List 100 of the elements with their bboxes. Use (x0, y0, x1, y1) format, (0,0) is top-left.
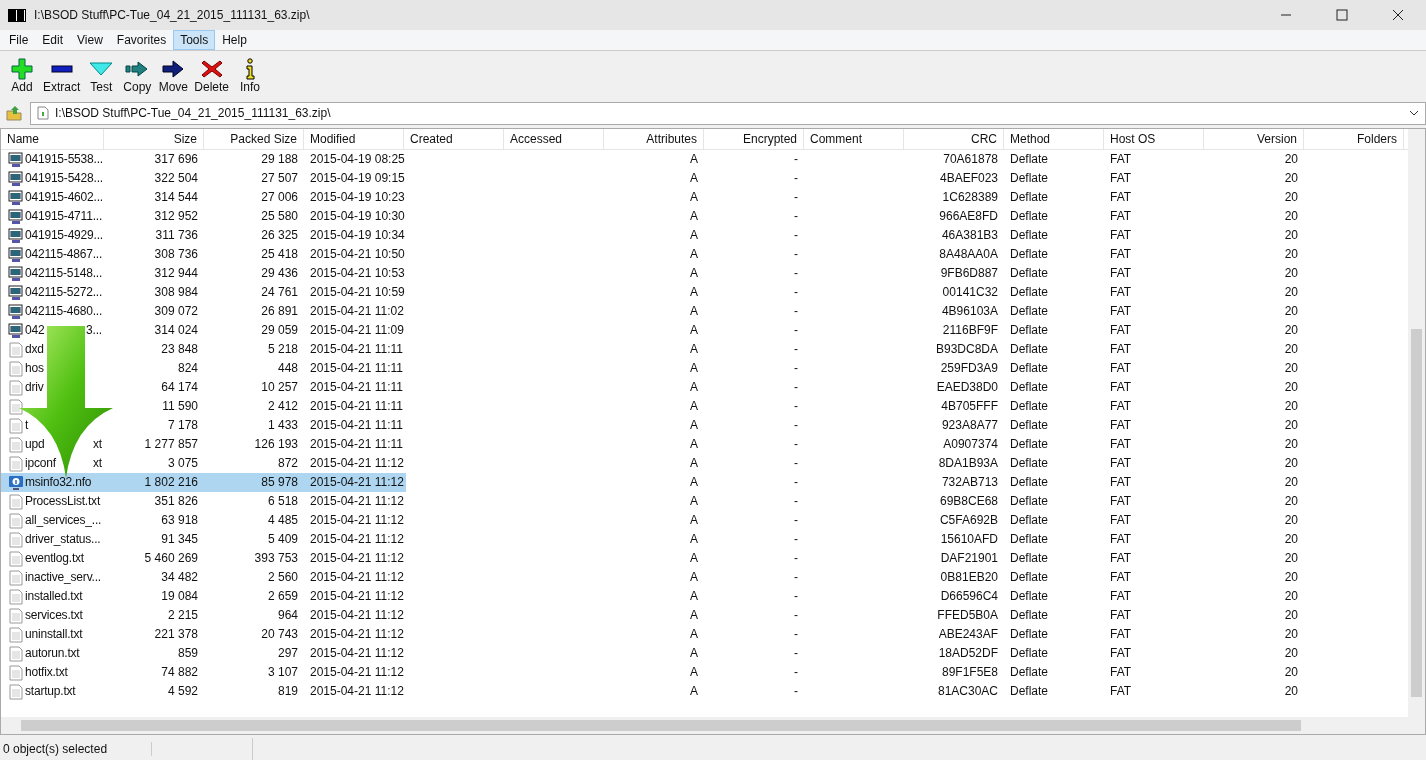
move-button[interactable]: Move (155, 56, 192, 96)
copy-button[interactable]: Copy (119, 56, 156, 96)
column-header[interactable]: Folders (1304, 129, 1404, 149)
column-header[interactable]: Encrypted (704, 129, 804, 149)
document-icon (8, 493, 24, 510)
monitor-file-icon (8, 303, 24, 320)
column-header[interactable]: CRC (904, 129, 1004, 149)
table-cell: 8DA1B93A (938, 456, 998, 470)
info-button[interactable]: Info (232, 56, 269, 96)
table-cell: Deflate (1010, 608, 1049, 622)
column-header[interactable]: Packed Size (204, 129, 304, 149)
monitor-file-icon (8, 322, 24, 339)
table-cell: ABE243AF (938, 627, 998, 641)
column-header[interactable]: Created (404, 129, 504, 149)
horizontal-scrollbar[interactable] (0, 717, 1426, 735)
table-cell: 2015-04-21 11:11 (310, 437, 403, 451)
table-cell: Deflate (1010, 247, 1049, 261)
monitor-file-icon (8, 189, 24, 206)
menu-item[interactable]: Tools (173, 30, 216, 50)
column-header[interactable]: Attributes (604, 129, 704, 149)
delete-button[interactable]: Delete (191, 56, 233, 96)
column-header[interactable]: Host OS (1104, 129, 1204, 149)
test-button[interactable]: Test (83, 56, 120, 96)
table-cell: FAT (1110, 399, 1132, 413)
table-cell: A (690, 684, 698, 698)
file-name: 041915-4602... (25, 189, 103, 206)
column-header[interactable]: Size (104, 129, 204, 149)
table-cell: Deflate (1010, 323, 1049, 337)
table-cell: 6 518 (267, 494, 298, 508)
column-header[interactable]: Version (1204, 129, 1304, 149)
table-cell: Deflate (1010, 266, 1049, 280)
menu-item[interactable]: Favorites (109, 30, 174, 50)
table-cell: A (690, 456, 698, 470)
table-cell: - (794, 380, 798, 394)
table-cell: FAT (1110, 456, 1132, 470)
table-cell: - (794, 494, 798, 508)
column-header[interactable]: Modified (304, 129, 404, 149)
monitor-file-icon (8, 246, 24, 263)
table-cell: A (690, 532, 698, 546)
menu-item[interactable]: Help (215, 30, 254, 50)
table-cell: 221 378 (154, 627, 198, 641)
vertical-scrollbar[interactable] (1408, 129, 1425, 717)
table-cell: 3 107 (267, 665, 298, 679)
table-cell: - (794, 570, 798, 584)
table-cell: FAT (1110, 361, 1132, 375)
table-cell: FAT (1110, 304, 1132, 318)
file-name: msinfo32.nfo (25, 474, 92, 491)
file-name: services.txt (25, 607, 83, 624)
table-cell: 5 218 (267, 342, 298, 356)
dropdown-icon[interactable] (1409, 109, 1419, 117)
table-cell: 20 (1284, 570, 1298, 584)
address-field[interactable]: I:\BSOD Stuff\PC-Tue_04_21_2015_111131_63.zip\ (30, 101, 1426, 125)
file-name: hotfix.txt (25, 664, 68, 681)
table-cell: 2015-04-21 11:11 (310, 361, 403, 375)
table-cell: 964 (277, 608, 298, 622)
add-button[interactable]: Add (4, 56, 40, 96)
file-name: 041915-5538... (25, 151, 103, 168)
table-cell: 2015-04-21 11:12 (310, 665, 404, 679)
table-cell: - (794, 589, 798, 603)
column-header[interactable]: Name (1, 129, 104, 149)
up-folder-icon[interactable] (6, 105, 22, 121)
table-cell: 24 761 (261, 285, 298, 299)
table-cell: A (690, 247, 698, 261)
table-cell: 312 952 (154, 209, 198, 223)
table-cell: 2015-04-21 10:50 (310, 247, 405, 261)
maximize-icon[interactable] (1336, 9, 1348, 21)
table-cell: 19 084 (161, 589, 198, 603)
table-cell: Deflate (1010, 209, 1049, 223)
down-arrow-icon (19, 326, 115, 478)
table-cell: 2015-04-21 11:02 (310, 304, 404, 318)
table-cell: Deflate (1010, 399, 1049, 413)
monitor-file-icon (8, 151, 24, 168)
extract-button[interactable]: Extract (40, 56, 84, 96)
file-name: 041915-4929... (25, 227, 103, 244)
file-name: 042115-5272... (25, 284, 103, 301)
file-name: inactive_serv... (25, 569, 101, 586)
file-name: ipconf (25, 455, 56, 472)
close-icon[interactable] (1392, 9, 1404, 21)
table-cell: C5FA692B (939, 513, 998, 527)
table-cell: - (794, 532, 798, 546)
menu-item[interactable]: View (70, 30, 110, 50)
column-header[interactable]: Comment (804, 129, 904, 149)
table-cell: A (690, 570, 698, 584)
table-cell: FAT (1110, 380, 1132, 394)
table-cell: - (794, 342, 798, 356)
column-header[interactable]: Method (1004, 129, 1104, 149)
table-cell: Deflate (1010, 589, 1049, 603)
document-icon (8, 531, 24, 548)
table-cell: Deflate (1010, 646, 1049, 660)
menu-item[interactable]: Edit (35, 30, 71, 50)
document-icon (8, 683, 24, 700)
menu-item[interactable]: File (2, 30, 36, 50)
table-cell: A (690, 380, 698, 394)
table-cell: 70A61878 (943, 152, 998, 166)
document-icon (8, 626, 24, 643)
table-cell: 2015-04-21 11:12 (310, 456, 404, 470)
table-cell: 20 (1284, 323, 1298, 337)
table-cell: A (690, 418, 698, 432)
table-cell: - (794, 418, 798, 432)
column-header[interactable]: Accessed (504, 129, 604, 149)
